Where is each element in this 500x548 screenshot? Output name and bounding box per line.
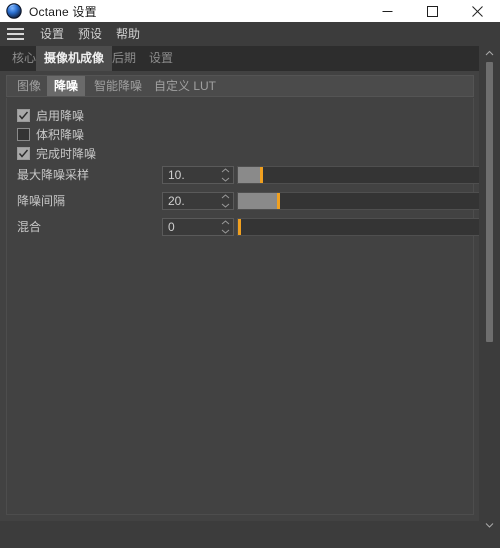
vertical-scrollbar[interactable] [479,46,500,548]
tab-settings[interactable]: 设置 [141,46,181,71]
spinner-down-icon [221,229,230,234]
maximize-button[interactable] [410,0,455,22]
slider-fill [238,167,261,183]
row-blend: 混合 0 [7,217,480,237]
spinner-max-denoise-samples[interactable] [221,168,230,182]
input-max-denoise-samples[interactable]: 10. [162,166,234,184]
subtab-ai-denoise[interactable]: 智能降噪 [87,76,149,96]
scrollbar-thumb[interactable] [486,62,493,342]
spinner-up-icon [221,194,230,199]
close-button[interactable] [455,0,500,22]
label-denoise-interval: 降噪间隔 [17,194,66,208]
octane-settings-window: Octane 设置 设置 预设 帮助 核心 摄像机成像 后期 设置 图像 降噪 … [0,0,500,548]
minimize-button[interactable] [365,0,410,22]
label-enable-denoise: 启用降噪 [36,109,85,123]
value-blend: 0 [168,220,175,234]
slider-handle[interactable] [260,167,263,183]
row-volume-denoise: 体积降噪 [7,125,473,145]
menu-item-presets[interactable]: 预设 [71,22,109,46]
slider-handle[interactable] [238,219,241,235]
maximize-icon [427,5,438,17]
subtab-denoise[interactable]: 降噪 [47,76,86,96]
value-max-denoise-samples: 10. [168,168,185,182]
label-volume-denoise: 体积降噪 [36,128,85,142]
subtab-custom-lut[interactable]: 自定义 LUT [147,76,223,96]
tab-post[interactable]: 后期 [104,46,144,71]
input-blend[interactable]: 0 [162,218,234,236]
slider-fill [238,193,278,209]
octane-sphere-logo-icon [6,3,22,19]
row-max-denoise-samples: 最大降噪采样 10. [7,165,480,185]
menu-item-settings[interactable]: 设置 [33,22,71,46]
input-denoise-interval[interactable]: 20. [162,192,234,210]
sub-tab-bar: 图像 降噪 智能降噪 自定义 LUT [6,75,474,97]
title-bar: Octane 设置 [0,0,500,22]
checkbox-volume-denoise[interactable] [17,128,30,141]
row-denoise-interval: 降噪间隔 20. [7,191,480,211]
window-title: Octane 设置 [29,4,97,19]
slider-blend[interactable] [237,218,480,236]
menu-bar: 设置 预设 帮助 [0,22,500,46]
spinner-up-icon [221,220,230,225]
spinner-blend[interactable] [221,220,230,234]
main-tab-strip: 核心 摄像机成像 后期 设置 [0,46,500,71]
checkbox-denoise-on-completion[interactable] [17,147,30,160]
spinner-down-icon [221,203,230,208]
window-controls [365,0,500,22]
spinner-down-icon [221,177,230,182]
checkmark-icon [18,111,29,120]
checkbox-enable-denoise[interactable] [17,109,30,122]
label-denoise-on-completion: 完成时降噪 [36,147,97,161]
hamburger-menu-icon[interactable] [7,28,24,40]
value-denoise-interval: 20. [168,194,185,208]
tab-camera-imager[interactable]: 摄像机成像 [36,46,113,71]
row-enable-denoise: 启用降噪 [7,106,473,126]
chevron-down-icon [485,523,494,528]
subtab-image[interactable]: 图像 [10,76,48,96]
close-icon [472,5,483,17]
slider-max-denoise-samples[interactable] [237,166,480,184]
scroll-down-button[interactable] [479,518,500,532]
slider-handle[interactable] [277,193,280,209]
spinner-denoise-interval[interactable] [221,194,230,208]
row-denoise-on-completion: 完成时降噪 [7,144,473,164]
content-panel: 图像 降噪 智能降噪 自定义 LUT 启用降噪 体积降噪 完成时降噪 最大降噪采… [0,71,480,521]
chevron-up-icon [485,50,494,56]
slider-denoise-interval[interactable] [237,192,480,210]
spinner-up-icon [221,168,230,173]
checkmark-icon [18,149,29,158]
label-blend: 混合 [17,220,42,234]
minimize-icon [382,10,393,12]
scroll-up-button[interactable] [479,46,500,60]
label-max-denoise-samples: 最大降噪采样 [17,168,90,182]
menu-item-help[interactable]: 帮助 [109,22,147,46]
properties-area: 启用降噪 体积降噪 完成时降噪 最大降噪采样 10. 降噪间隔 20. 混合 0 [6,98,480,515]
